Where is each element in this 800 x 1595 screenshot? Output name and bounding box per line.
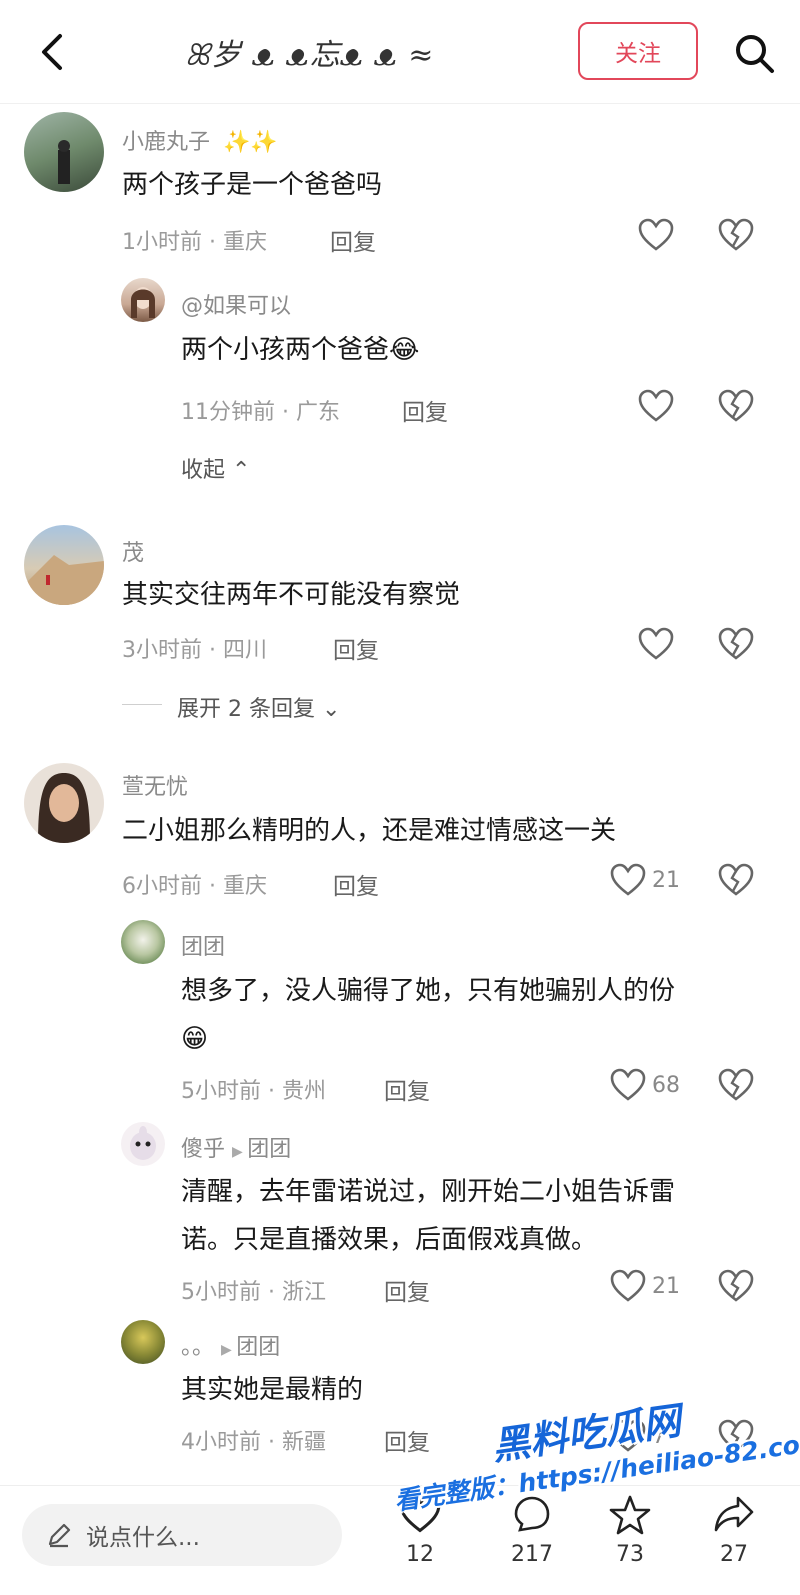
like-icon	[610, 1068, 646, 1101]
reply-to-user[interactable]: 团团	[247, 1137, 291, 1162]
avatar[interactable]	[24, 763, 104, 843]
follow-button[interactable]: 关注	[578, 22, 698, 80]
comment-input-placeholder: 说点什么...	[86, 1525, 200, 1551]
username-text: 小鹿丸子	[122, 130, 211, 155]
username[interactable]: 萱无忧	[122, 769, 188, 801]
top-bar: ꕤ岁 ᴥ ᴥ忘ᴥ ᴥ ≈ 关注	[0, 0, 800, 104]
avatar[interactable]	[24, 112, 104, 192]
reply-button[interactable]: 回复	[333, 867, 379, 901]
avatar[interactable]	[24, 525, 104, 605]
comment-meta: 6小时前 · 重庆	[122, 874, 267, 899]
avatar-image	[131, 287, 155, 318]
avatar[interactable]	[121, 1122, 165, 1166]
dislike-icon[interactable]	[718, 1269, 754, 1303]
dislike-icon[interactable]	[718, 627, 754, 661]
divider	[122, 704, 162, 705]
reply-to-arrow-icon: ▶	[221, 1342, 237, 1358]
like-icon[interactable]	[638, 218, 674, 252]
reply-emoji: 😁	[181, 1024, 209, 1054]
pencil-icon	[48, 1523, 71, 1548]
reply-text: 清醒，去年雷诺说过，刚开始二小姐告诉雷	[181, 1177, 676, 1207]
username[interactable]: 。。 ▶ 团团	[181, 1329, 280, 1361]
collapse-replies-button[interactable]: 收起 ⌃	[181, 452, 250, 484]
back-icon[interactable]	[34, 30, 70, 74]
username[interactable]: 傻乎 ▶ 团团	[181, 1131, 291, 1163]
username[interactable]: 茂	[122, 535, 144, 567]
sparkle-badge: ✨✨	[223, 130, 278, 155]
comment-text: 二小姐那么精明的人，还是难过情感这一关	[122, 816, 617, 846]
dislike-icon[interactable]	[718, 1068, 754, 1102]
dislike-icon[interactable]	[718, 218, 754, 252]
share-count: 27	[720, 1542, 748, 1567]
comment-text: 其实交往两年不可能没有察觉	[122, 580, 461, 610]
reply-button[interactable]: 回复	[384, 1072, 430, 1106]
reply-button[interactable]: 回复	[330, 223, 376, 257]
like-icon[interactable]	[638, 627, 674, 661]
username[interactable]: @如果可以	[181, 288, 291, 320]
reply-button[interactable]: 回复	[384, 1273, 430, 1307]
dislike-icon[interactable]	[718, 863, 754, 897]
like-count: 21	[652, 867, 680, 893]
avatar-image	[58, 140, 70, 184]
username[interactable]: 团团	[181, 929, 225, 961]
reply-button[interactable]: 回复	[384, 1423, 430, 1457]
avatar-image	[24, 555, 104, 605]
like-button[interactable]: 68	[610, 1068, 680, 1102]
dislike-icon[interactable]	[718, 389, 754, 423]
reply-to-arrow-icon: ▶	[232, 1144, 248, 1160]
reply-text: 两个小孩两个爸爸😂	[181, 335, 420, 365]
comment-meta: 3小时前 · 四川	[122, 638, 267, 663]
comment-count: 217	[511, 1542, 553, 1567]
avatar-image	[38, 773, 90, 843]
expand-replies-button[interactable]: 展开 2 条回复 ⌄	[177, 691, 340, 723]
like-icon[interactable]	[638, 389, 674, 423]
reply-button[interactable]: 回复	[402, 393, 448, 427]
like-post-count: 12	[406, 1542, 434, 1567]
reply-text: 其实她是最精的	[181, 1375, 364, 1405]
like-icon	[610, 1269, 646, 1302]
search-icon[interactable]	[733, 32, 775, 74]
username[interactable]: 小鹿丸子 ✨✨	[122, 124, 278, 156]
reply-text: 诺。只是直播效果，后面假戏真做。	[181, 1225, 598, 1255]
username-text: 。。	[181, 1335, 215, 1360]
comment-meta: 1小时前 · 重庆	[122, 230, 267, 255]
reply-meta: 5小时前 · 浙江	[181, 1280, 326, 1305]
reply-to-user[interactable]: 团团	[236, 1335, 280, 1360]
reply-text: 想多了，没人骗得了她，只有她骗别人的份	[181, 976, 676, 1006]
reply-meta: 4小时前 · 新疆	[181, 1430, 326, 1455]
avatar[interactable]	[121, 920, 165, 964]
avatar-image	[130, 1126, 156, 1160]
reply-meta: 5小时前 · 贵州	[181, 1079, 326, 1104]
reply-button[interactable]: 回复	[333, 631, 379, 665]
account-title: ꕤ岁 ᴥ ᴥ忘ᴥ ᴥ ≈	[185, 38, 435, 73]
avatar[interactable]	[121, 278, 165, 322]
comment-input[interactable]: 说点什么...	[22, 1504, 342, 1566]
username-text: 傻乎	[181, 1137, 226, 1162]
star-count: 73	[616, 1542, 644, 1567]
like-count: 21	[652, 1273, 680, 1299]
comment-text: 两个孩子是一个爸爸吗	[122, 170, 383, 200]
reply-meta: 11分钟前 · 广东	[181, 400, 340, 425]
like-button[interactable]: 21	[610, 1269, 680, 1303]
star-icon[interactable]	[608, 1494, 652, 1536]
like-button[interactable]: 21	[610, 863, 680, 897]
avatar[interactable]	[121, 1320, 165, 1364]
like-icon	[610, 863, 646, 896]
share-icon[interactable]	[712, 1494, 756, 1534]
like-count: 68	[652, 1072, 680, 1098]
